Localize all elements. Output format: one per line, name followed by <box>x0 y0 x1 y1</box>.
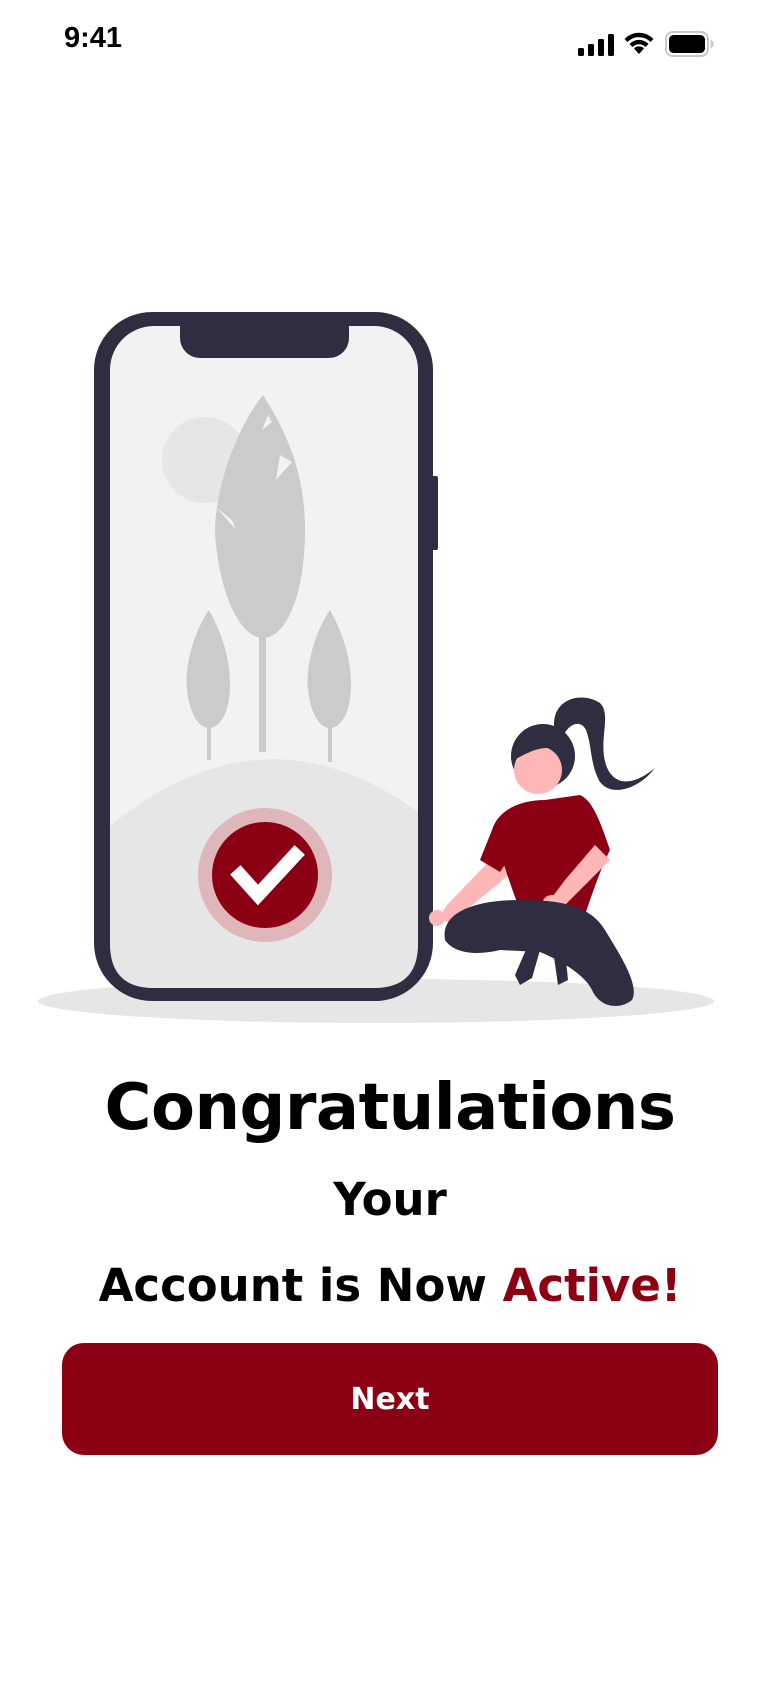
wifi-icon <box>624 32 654 54</box>
next-button[interactable]: Next <box>62 1343 718 1455</box>
person-icon <box>429 697 655 1006</box>
title-line2: Account is Now <box>98 1259 503 1312</box>
battery-icon <box>665 31 714 57</box>
title-your: Your <box>333 1173 447 1226</box>
status-time: 9:41 <box>64 22 123 54</box>
page-title: Congratulations Your Account is Now Acti… <box>40 1070 740 1334</box>
status-icons <box>578 30 718 60</box>
signal-icon <box>578 34 614 56</box>
title-congratulations: Congratulations <box>104 1071 677 1145</box>
success-illustration <box>38 312 714 1023</box>
phone-icon <box>94 312 438 1001</box>
status-bar: 9:41 <box>0 0 780 90</box>
title-active: Active! <box>502 1259 682 1312</box>
